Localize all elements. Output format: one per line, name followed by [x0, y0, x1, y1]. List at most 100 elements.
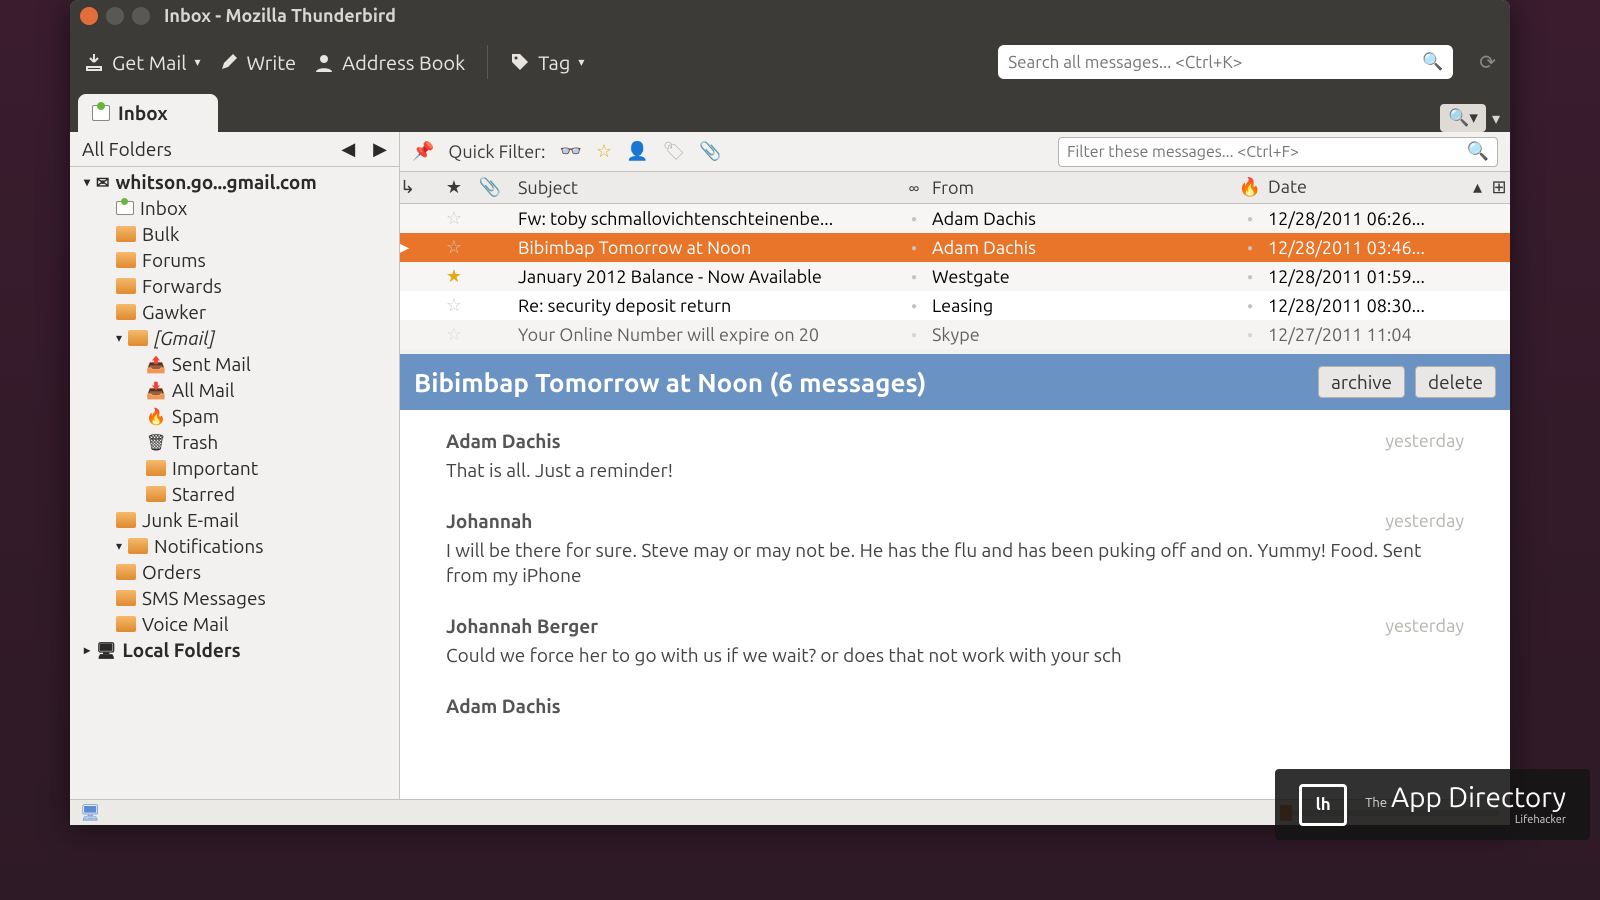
read-column-header[interactable]: 🔥 — [1232, 177, 1268, 198]
envelope-icon: ✉ — [96, 173, 109, 192]
sidebar-item--gmail-[interactable]: ▾ [Gmail] — [70, 325, 399, 351]
sidebar-item-forums[interactable]: Forums — [70, 247, 399, 273]
conversation-message[interactable]: JohannahyesterdayI will be there for sur… — [446, 510, 1464, 589]
sidebar-item-junk-e-mail[interactable]: Junk E-mail — [70, 507, 399, 533]
star-column-header[interactable]: ★ — [436, 177, 472, 198]
starred-filter-icon[interactable]: ☆ — [596, 141, 612, 162]
window-close-button[interactable] — [80, 7, 98, 25]
content-pane: 📌 Quick Filter: 👓 ☆ 👤 🏷 📎 🔍 ↳ ★ 📎 Subjec… — [400, 132, 1510, 799]
message-row[interactable]: ★January 2012 Balance - Now Available●We… — [400, 262, 1510, 291]
sidebar-item-trash[interactable]: 🗑Trash — [70, 429, 399, 455]
quick-filter-search[interactable]: 🔍 — [1058, 137, 1498, 167]
address-book-button[interactable]: Address Book — [314, 51, 465, 74]
unread-filter-icon[interactable]: 👓 — [559, 141, 581, 162]
quick-filter-bar: 📌 Quick Filter: 👓 ☆ 👤 🏷 📎 🔍 — [400, 132, 1510, 172]
folder-label: Spam — [172, 405, 219, 427]
folder-label: Inbox — [140, 197, 187, 219]
conversation-message[interactable]: Johannah BergeryesterdayCould we force h… — [446, 615, 1464, 669]
sidebar-item-orders[interactable]: Orders — [70, 559, 399, 585]
sidebar-item-bulk[interactable]: Bulk — [70, 221, 399, 247]
folder-tree: ▾ ✉ whitson.go...gmail.com InboxBulkForu… — [70, 167, 399, 799]
folder-label: Starred — [172, 483, 235, 505]
prev-arrow-icon[interactable]: ◀ — [341, 139, 355, 160]
folder-mode-selector[interactable]: All Folders — [82, 138, 172, 160]
message-subject: Bibimbap Tomorrow at Noon — [508, 238, 896, 258]
tag-button[interactable]: Tag ▾ — [510, 51, 584, 74]
message-row[interactable]: ☆Fw: toby schmallovichtenschteinenbe...●… — [400, 204, 1510, 233]
attachment-column-header[interactable]: 📎 — [472, 177, 508, 198]
get-mail-button[interactable]: Get Mail ▾ — [84, 51, 201, 74]
online-status-icon[interactable]: 🖥 — [80, 803, 100, 822]
window-maximize-button[interactable] — [132, 7, 150, 25]
subject-column-header[interactable]: Subject — [508, 178, 896, 198]
window-minimize-button[interactable] — [106, 7, 124, 25]
folder-label: Forwards — [142, 275, 222, 297]
attachment-filter-icon[interactable]: 📎 — [699, 141, 721, 162]
tag-filter-icon[interactable]: 🏷 — [662, 141, 685, 162]
sidebar-item-forwards[interactable]: Forwards — [70, 273, 399, 299]
sidebar-item-all-mail[interactable]: 📥All Mail — [70, 377, 399, 403]
message-date: 12/28/2011 03:46... — [1268, 238, 1488, 258]
chevron-down-icon: ▾ — [195, 55, 201, 69]
watermark-overlay: lh The App Directory Lifehacker — [1275, 769, 1590, 840]
conv-from: Adam Dachis — [446, 430, 561, 452]
sidebar-item-inbox[interactable]: Inbox — [70, 195, 399, 221]
message-row[interactable]: ▸☆Bibimbap Tomorrow at Noon●Adam Dachis●… — [400, 233, 1510, 262]
correspondents-column-header[interactable]: ∞ — [896, 178, 932, 198]
folder-sidebar: All Folders ◀ ▶ ▾ ✉ whitson.go...gmail.c… — [70, 132, 400, 799]
sidebar-item-starred[interactable]: Starred — [70, 481, 399, 507]
message-from: Leasing — [932, 296, 1232, 316]
sidebar-item-gawker[interactable]: Gawker — [70, 299, 399, 325]
archive-button[interactable]: archive — [1318, 366, 1405, 398]
message-row[interactable]: ☆Re: security deposit return●Leasing●12/… — [400, 291, 1510, 320]
conversation-message[interactable]: Adam Dachis — [446, 695, 1464, 717]
message-from: Westgate — [932, 267, 1232, 287]
activity-spinner-icon: ⟳ — [1479, 50, 1496, 74]
sidebar-item-sent-mail[interactable]: 📤Sent Mail — [70, 351, 399, 377]
global-search[interactable]: 🔍 — [998, 45, 1453, 79]
next-arrow-icon[interactable]: ▶ — [373, 139, 387, 160]
delete-button[interactable]: delete — [1415, 366, 1496, 398]
pin-icon[interactable]: 📌 — [412, 141, 434, 162]
thread-column-header[interactable]: ↳ — [400, 177, 436, 198]
quick-search-button[interactable]: 🔍▾ — [1440, 104, 1486, 132]
quick-filter-input[interactable] — [1067, 143, 1467, 161]
tab-inbox[interactable]: Inbox — [78, 94, 218, 132]
star-icon[interactable]: ★ — [436, 266, 472, 287]
message-date: 12/28/2011 01:59... — [1268, 267, 1488, 287]
conv-from: Johannah Berger — [446, 615, 598, 637]
sidebar-item-notifications[interactable]: ▾Notifications — [70, 533, 399, 559]
write-button[interactable]: Write — [219, 51, 297, 74]
chevron-icon: ▾ — [116, 331, 122, 345]
sidebar-item-spam[interactable]: 🔥Spam — [70, 403, 399, 429]
chevron-down-icon: ▾ — [84, 175, 90, 189]
column-picker-icon[interactable]: ⊞ — [1488, 177, 1510, 198]
star-icon[interactable]: ☆ — [436, 324, 472, 345]
date-column-header[interactable]: Date ▴ — [1268, 177, 1488, 198]
folder-label: Notifications — [154, 535, 263, 557]
sidebar-item-important[interactable]: Important — [70, 455, 399, 481]
folder-label: Important — [172, 457, 258, 479]
folder-label: Trash — [172, 431, 218, 453]
global-search-input[interactable] — [1008, 53, 1422, 72]
conv-text: I will be there for sure. Steve may or m… — [446, 538, 1464, 589]
chevron-down-icon[interactable]: ▾ — [1492, 109, 1500, 128]
contact-filter-icon[interactable]: 👤 — [626, 141, 648, 162]
star-icon[interactable]: ☆ — [436, 295, 472, 316]
conversation-body: Adam DachisyesterdayThat is all. Just a … — [400, 410, 1510, 799]
conv-text: Could we force her to go with us if we w… — [446, 643, 1464, 669]
account-row[interactable]: ▾ ✉ whitson.go...gmail.com — [70, 169, 399, 195]
star-icon[interactable]: ☆ — [436, 208, 472, 229]
search-icon: 🔍 — [1467, 141, 1489, 162]
from-column-header[interactable]: From — [932, 178, 1232, 198]
message-row[interactable]: ☆Your Online Number will expire on 20●Sk… — [400, 320, 1510, 349]
folder-label: Sent Mail — [172, 353, 251, 375]
star-icon[interactable]: ☆ — [436, 237, 472, 258]
folder-label: [Gmail] — [154, 327, 215, 349]
local-folders-row[interactable]: ▸ 🖥 Local Folders — [70, 637, 399, 663]
sidebar-item-sms-messages[interactable]: SMS Messages — [70, 585, 399, 611]
folder-label: Orders — [142, 561, 201, 583]
sidebar-item-voice-mail[interactable]: Voice Mail — [70, 611, 399, 637]
folder-label: SMS Messages — [142, 587, 266, 609]
conversation-message[interactable]: Adam DachisyesterdayThat is all. Just a … — [446, 430, 1464, 484]
